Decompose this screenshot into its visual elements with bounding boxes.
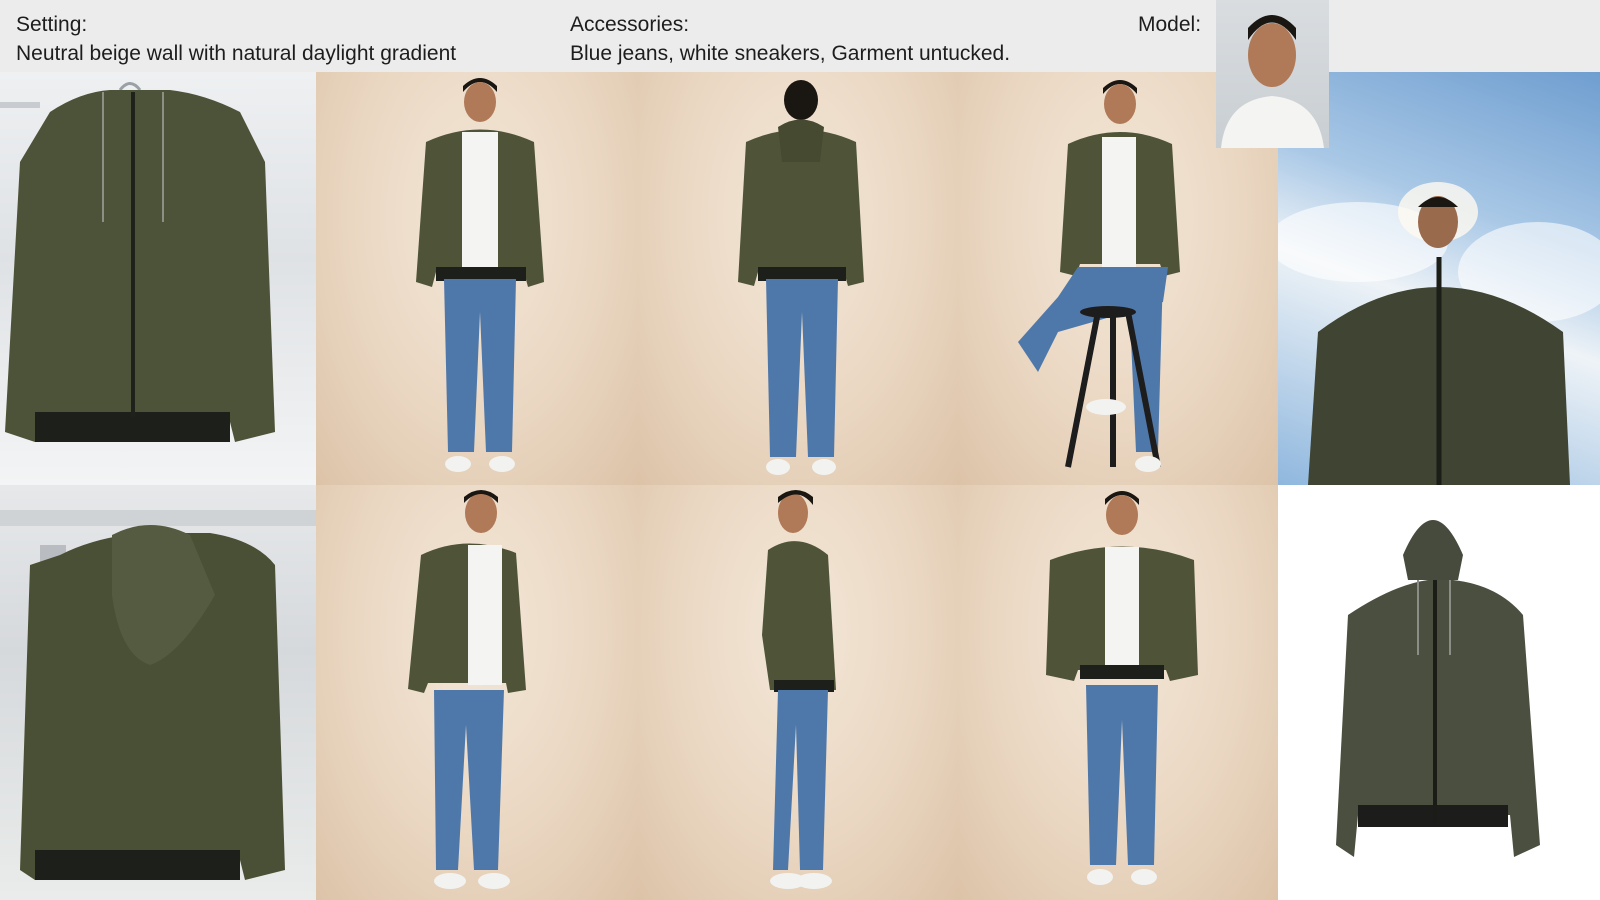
model-front-photo — [316, 72, 638, 485]
model-label: Model: — [1138, 13, 1202, 36]
model-reference-photo — [1216, 0, 1329, 148]
hanger-back-photo — [0, 485, 316, 900]
product-3d-render — [1278, 485, 1600, 900]
header-bar: Setting: Neutral beige wall with natural… — [0, 0, 1600, 72]
hanger-front-photo — [0, 72, 316, 485]
setting-value: Neutral beige wall with natural daylight… — [16, 42, 457, 65]
model-three-quarter-left-photo — [316, 485, 638, 900]
model-back-photo — [638, 72, 958, 485]
setting-block: Setting: Neutral beige wall with natural… — [16, 10, 456, 68]
accessories-value: Blue jeans, white sneakers, Garment untu… — [570, 42, 1011, 65]
setting-label: Setting: — [16, 13, 88, 36]
accessories-label: Accessories: — [570, 13, 690, 36]
model-block: Model: — [1138, 10, 1201, 39]
model-hands-in-pockets-photo — [958, 485, 1278, 900]
model-side-photo — [638, 485, 958, 900]
accessories-block: Accessories: Blue jeans, white sneakers,… — [570, 10, 1010, 68]
